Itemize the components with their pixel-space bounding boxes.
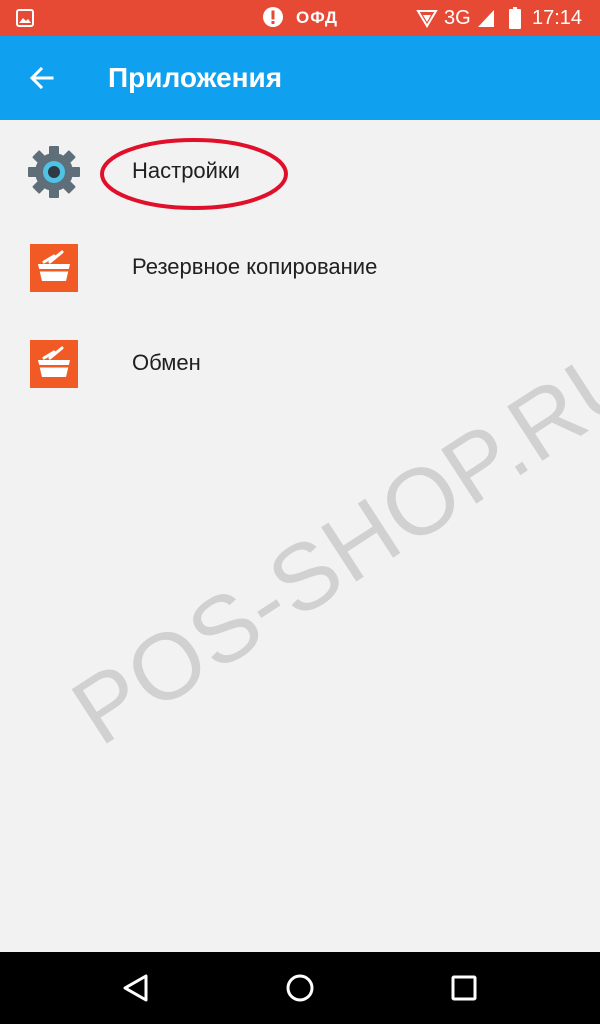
back-button[interactable]	[20, 56, 64, 100]
basket-app-icon	[30, 340, 78, 388]
navigation-bar	[0, 952, 600, 1024]
image-notification-icon	[16, 9, 34, 27]
settings-gear-icon	[28, 146, 80, 198]
signal-strength-icon	[416, 10, 438, 28]
alert-icon	[263, 7, 283, 27]
arrow-back-icon	[30, 66, 54, 90]
item-label-settings: Настройки	[132, 158, 240, 183]
list-item-backup[interactable]: Резервное копирование	[0, 216, 600, 312]
basket-app-icon	[30, 244, 78, 292]
list-item-settings[interactable]: Настройки	[0, 120, 600, 216]
clock: 17:14	[532, 7, 583, 29]
square-recent-icon	[451, 975, 477, 1001]
circle-home-icon	[286, 974, 314, 1002]
status-bar: ОФД 3G 17:14	[0, 0, 600, 36]
item-label-backup: Резервное копирование	[132, 254, 378, 279]
nav-recent-button[interactable]	[442, 966, 486, 1010]
nav-home-button[interactable]	[278, 966, 322, 1010]
list-item-exchange[interactable]: Обмен	[0, 312, 600, 408]
cell-signal-icon	[478, 10, 494, 27]
page-title: Приложения	[108, 62, 283, 93]
apps-list: Настройки Резервное копирование Обмен	[0, 120, 600, 408]
network-type-label: 3G	[444, 7, 471, 29]
ofd-label: ОФД	[296, 8, 338, 27]
nav-back-button[interactable]	[114, 966, 158, 1010]
battery-icon	[509, 7, 521, 29]
app-bar: Приложения	[0, 36, 600, 120]
triangle-back-icon	[123, 974, 148, 1002]
item-label-exchange: Обмен	[132, 350, 201, 375]
